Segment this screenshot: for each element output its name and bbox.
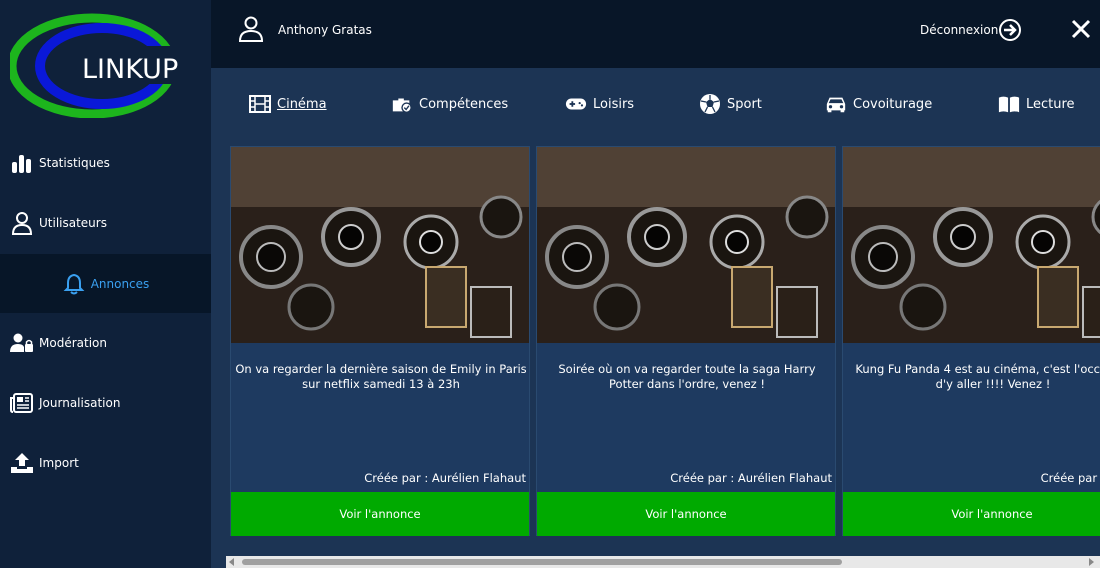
scrollbar-thumb[interactable] — [242, 559, 842, 565]
tab-covoiturage[interactable]: Covoiturage — [825, 92, 932, 116]
linkup-logo: LINKUP — [10, 13, 192, 118]
skills-icon — [391, 93, 413, 115]
tab-lecture[interactable]: Lecture — [998, 92, 1075, 116]
user-lock-icon — [10, 331, 34, 355]
sidebar-item-label: Modération — [39, 336, 107, 350]
car-icon — [825, 93, 847, 115]
card-author: Créée par : Aurélien Flahaut — [364, 471, 526, 485]
tab-loisirs[interactable]: Loisirs — [565, 92, 634, 116]
tab-label: Compétences — [419, 96, 509, 112]
gamepad-icon — [565, 93, 587, 115]
announcement-card: Soirée où on va regarder toute la saga H… — [536, 146, 836, 536]
tab-label: Sport — [727, 96, 762, 112]
view-announcement-button[interactable]: Voir l'annonce — [231, 492, 529, 536]
sidebar-item-label: Statistiques — [39, 156, 110, 170]
user-icon — [10, 211, 34, 235]
top-header: Anthony Gratas Déconnexion — [211, 0, 1100, 68]
sidebar-item-statistiques[interactable]: Statistiques — [0, 134, 211, 192]
soccer-ball-icon — [699, 93, 721, 115]
film-icon — [249, 93, 271, 115]
card-author: Créée par : Louis — [1040, 471, 1100, 485]
book-icon — [998, 93, 1020, 115]
scroll-right-icon[interactable] — [1089, 558, 1094, 566]
card-description: Kung Fu Panda 4 est au cinéma, c'est l'o… — [855, 362, 1100, 391]
close-icon[interactable] — [1070, 18, 1092, 40]
logout-icon[interactable] — [998, 18, 1022, 42]
sidebar: LINKUP Statistiques Utilisateurs Annonce… — [0, 0, 211, 568]
announcement-card: On va regarder la dernière saison de Emi… — [230, 146, 530, 536]
svg-text:LINKUP: LINKUP — [82, 54, 178, 85]
tab-sport[interactable]: Sport — [699, 92, 762, 116]
user-name: Anthony Gratas — [278, 23, 372, 37]
user-icon — [238, 16, 264, 42]
bell-icon — [62, 272, 86, 296]
view-announcement-button[interactable]: Voir l'annonce — [537, 492, 835, 536]
card-description: Soirée où on va regarder toute la saga H… — [558, 362, 816, 391]
newspaper-icon — [10, 391, 34, 415]
card-image — [537, 147, 835, 343]
tab-label: Loisirs — [593, 96, 635, 112]
upload-icon — [10, 451, 34, 475]
bar-chart-icon — [10, 151, 34, 175]
category-tabs: Cinéma Compétences Loisirs Sport Covoitu… — [211, 68, 1100, 140]
announcement-cards: On va regarder la dernière saison de Emi… — [230, 146, 1100, 536]
sidebar-item-import[interactable]: Import — [0, 434, 211, 492]
card-image — [843, 147, 1100, 343]
scroll-left-icon[interactable] — [229, 558, 234, 566]
sidebar-item-journalisation[interactable]: Journalisation — [0, 374, 211, 432]
tab-cinema[interactable]: Cinéma — [249, 92, 327, 116]
sidebar-item-label: Journalisation — [39, 396, 121, 410]
tab-label: Lecture — [1026, 96, 1075, 112]
tab-label: Covoiturage — [853, 96, 933, 112]
card-image — [231, 147, 529, 343]
sidebar-item-label: Import — [39, 456, 79, 470]
sidebar-item-label: Utilisateurs — [39, 216, 107, 230]
view-announcement-button[interactable]: Voir l'annonce — [843, 492, 1100, 536]
card-author: Créée par : Aurélien Flahaut — [670, 471, 832, 485]
announcement-card: Kung Fu Panda 4 est au cinéma, c'est l'o… — [842, 146, 1100, 536]
sidebar-item-label: Annonces — [90, 276, 150, 291]
tab-label: Cinéma — [277, 96, 327, 112]
logout-button[interactable]: Déconnexion — [920, 23, 998, 37]
sidebar-item-annonces[interactable]: Annonces — [0, 254, 211, 313]
sidebar-item-utilisateurs[interactable]: Utilisateurs — [0, 194, 211, 252]
horizontal-scrollbar[interactable] — [226, 556, 1100, 568]
card-description: On va regarder la dernière saison de Emi… — [235, 362, 527, 391]
sidebar-item-moderation[interactable]: Modération — [0, 314, 211, 372]
tab-competences[interactable]: Compétences — [391, 92, 508, 116]
